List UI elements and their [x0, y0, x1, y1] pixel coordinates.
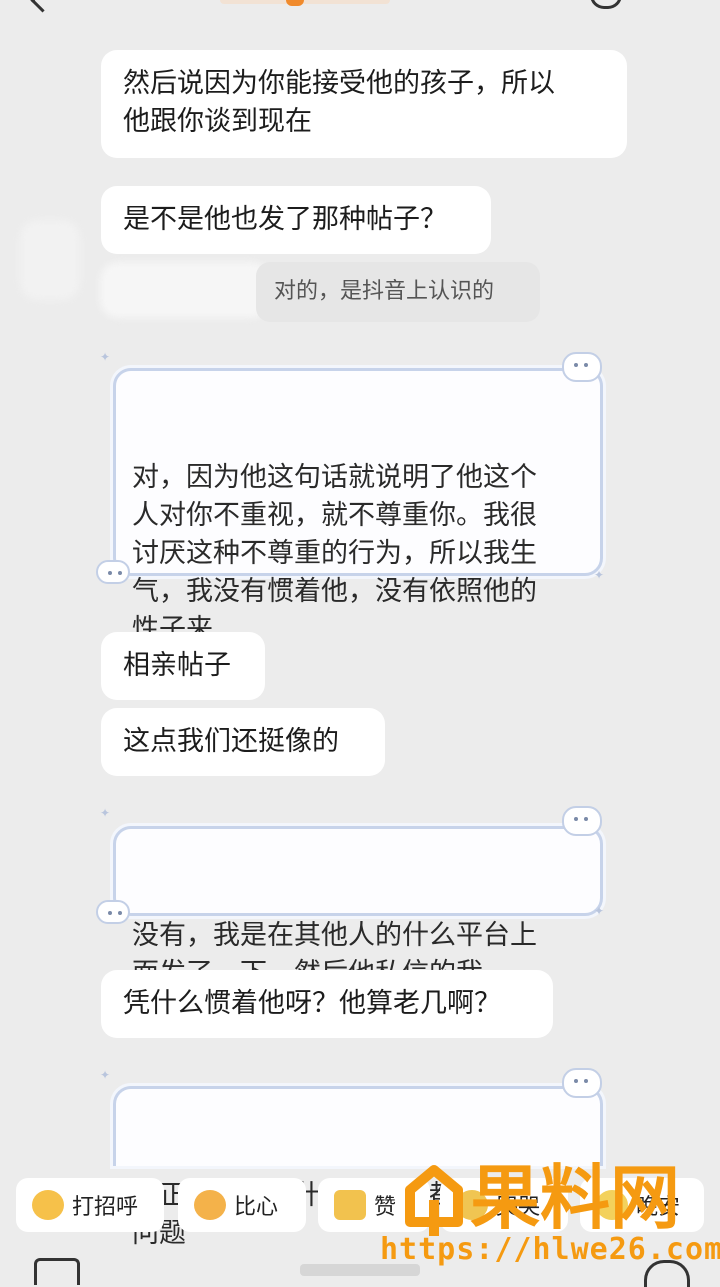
sparkle-icon: ✦: [100, 350, 111, 364]
quick-reply-label: 打招呼: [72, 1195, 139, 1220]
blur-mask: [100, 262, 270, 318]
cloud-sticker-icon: [96, 560, 130, 584]
sparkle-icon: ✦: [594, 568, 605, 582]
cloud-sticker-icon: [562, 1068, 602, 1098]
message-bubble-outgoing[interactable]: 对的，是抖音上认识的: [256, 262, 540, 322]
watermark-logo: 果料网: [405, 1157, 680, 1238]
title-pill: [220, 0, 390, 4]
message-bubble-outgoing-decorated[interactable]: 对，因为他这句话就说明了他这个 人对你不重视，就不尊重你。我很 讨厌这种不尊重的…: [113, 368, 603, 637]
message-bubble-incoming[interactable]: 凭什么惯着他呀？他算老几啊？: [101, 970, 553, 1038]
message-bubble-incoming[interactable]: 相亲帖子: [101, 632, 265, 700]
sparkle-icon: ✦: [100, 806, 111, 820]
back-arrow-icon[interactable]: [30, 0, 55, 13]
more-options-icon[interactable]: [590, 0, 622, 9]
message-text: 没有，我是在其他人的什么平台上 面发了一下，然后他私信的我: [132, 920, 537, 977]
message-bubble-outgoing-decorated[interactable]: 没有，我是在其他人的什么平台上 面发了一下，然后他私信的我: [113, 826, 603, 977]
top-bar: [0, 0, 720, 14]
status-dot-icon: [286, 0, 304, 6]
thumbs-up-emoji-icon: [334, 1190, 366, 1220]
cloud-sticker-icon: [562, 806, 602, 836]
sparkle-icon: ✦: [594, 904, 605, 918]
blur-mask: [20, 220, 80, 300]
quick-reply-label: 赞: [374, 1195, 397, 1220]
cloud-sticker-icon: [562, 352, 602, 382]
sparkle-icon: ✦: [100, 1068, 111, 1082]
cloud-sticker-icon: [96, 900, 130, 924]
home-icon[interactable]: [34, 1258, 80, 1285]
quick-reply-label: 比心: [234, 1195, 279, 1220]
watermark-brand: 果料网: [470, 1157, 680, 1238]
watermark-url: https://hlwe26.com: [380, 1232, 720, 1267]
quick-reply-heart[interactable]: 比心: [178, 1178, 306, 1232]
message-bubble-incoming[interactable]: 是不是他也发了那种帖子？: [101, 186, 491, 254]
quick-reply-wave[interactable]: 打招呼: [16, 1178, 164, 1232]
message-bubble-incoming[interactable]: 然后说因为你能接受他的孩子，所以 他跟你谈到现在: [101, 50, 627, 158]
heart-hands-emoji-icon: [194, 1190, 226, 1220]
message-text: 对，因为他这句话就说明了他这个 人对你不重视，就不尊重你。我很 讨厌这种不尊重的…: [132, 462, 537, 637]
message-bubble-incoming[interactable]: 这点我们还挺像的: [101, 708, 385, 776]
wave-emoji-icon: [32, 1190, 64, 1220]
